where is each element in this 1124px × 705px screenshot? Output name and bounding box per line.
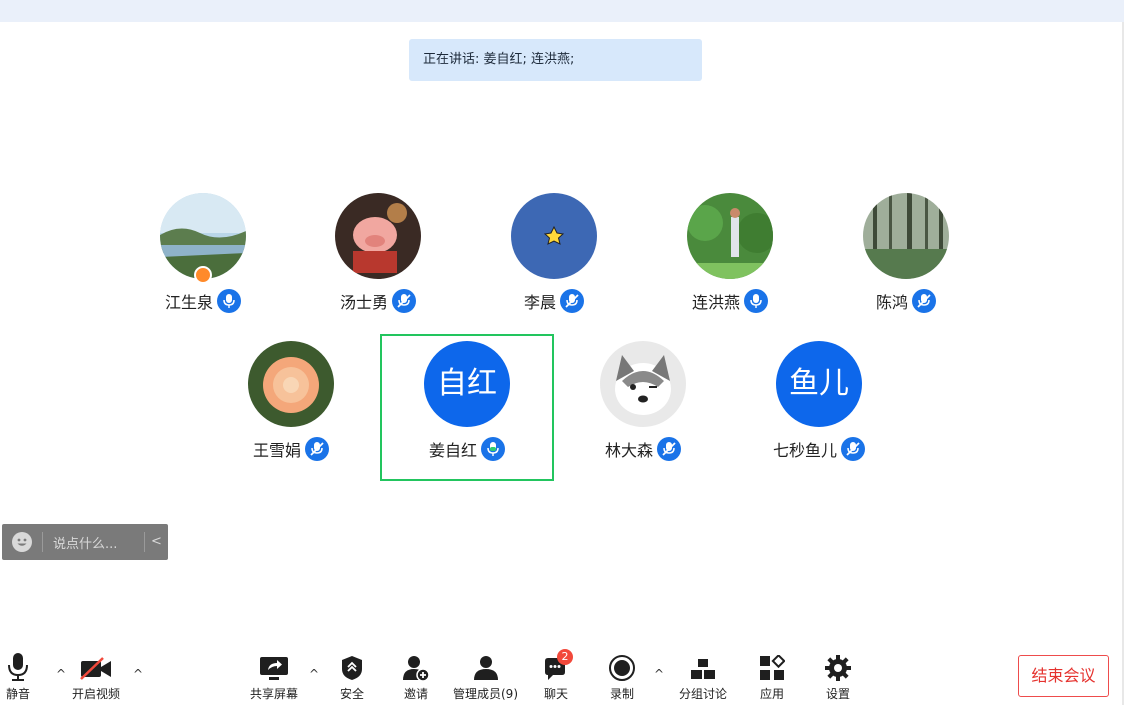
security-label: 安全 (340, 687, 365, 701)
participant-name: 姜自红 (428, 441, 477, 460)
settings-button[interactable]: 设置 (825, 651, 851, 702)
top-bar (0, 0, 1124, 22)
audio-options-chevron-icon[interactable]: ^ (56, 667, 66, 681)
participant-name: 李晨 (523, 293, 556, 312)
divider (42, 532, 43, 552)
participant-tile-selected[interactable]: 自红 姜自红 (381, 341, 553, 461)
gear-icon (825, 651, 851, 681)
microphone-icon (744, 289, 768, 313)
mute-button[interactable]: 静音 (6, 651, 30, 702)
manage-participants-button[interactable]: 管理成员(9) (453, 651, 518, 702)
video-options-chevron-icon[interactable]: ^ (133, 667, 143, 681)
participant-name: 江生泉 (164, 293, 213, 312)
avatar (863, 193, 949, 279)
host-badge-icon (194, 266, 212, 284)
share-screen-icon (259, 651, 289, 681)
start-video-button[interactable]: 开启视频 (72, 651, 120, 702)
participant-name: 七秒鱼儿 (772, 441, 837, 460)
participant-tile[interactable]: 江生泉 (117, 193, 289, 313)
microphone-icon (7, 651, 29, 681)
video-off-icon (79, 651, 113, 681)
participant-name: 王雪娟 (252, 441, 301, 460)
participant-name: 汤士勇 (339, 293, 388, 312)
security-button[interactable]: 安全 (340, 651, 364, 702)
share-screen-button[interactable]: 共享屏幕 (250, 651, 298, 702)
microphone-muted-icon (912, 289, 936, 313)
avatar (248, 341, 334, 427)
speaking-indicator: 正在讲话: 姜自红; 连洪燕; (409, 39, 702, 81)
end-meeting-button[interactable]: 结束会议 (1018, 655, 1109, 697)
apps-icon (759, 651, 785, 681)
microphone-muted-icon (560, 289, 584, 313)
participant-name: 连洪燕 (691, 293, 740, 312)
chat-label: 聊天 (543, 687, 568, 701)
invite-button[interactable]: 邀请 (403, 651, 429, 702)
microphone-muted-icon (305, 437, 329, 461)
avatar (600, 341, 686, 427)
share-options-chevron-icon[interactable]: ^ (309, 667, 319, 681)
microphone-muted-icon (841, 437, 865, 461)
avatar: 自红 (424, 341, 510, 427)
microphone-speaking-icon (481, 437, 505, 461)
mute-label: 静音 (6, 687, 31, 701)
breakout-rooms-label: 分组讨论 (679, 687, 728, 701)
participant-tile[interactable]: 连洪燕 (644, 193, 816, 313)
apps-button[interactable]: 应用 (759, 651, 785, 702)
microphone-icon (217, 289, 241, 313)
participant-tile[interactable]: 李晨 (468, 193, 640, 313)
participant-tile[interactable]: 王雪娟 (205, 341, 377, 461)
participant-tile[interactable]: 汤士勇 (292, 193, 464, 313)
chat-input-bar[interactable]: 说点什么... < (2, 524, 168, 560)
emoji-icon[interactable] (12, 532, 32, 552)
record-button[interactable]: 录制 (609, 651, 635, 702)
shield-icon (341, 651, 363, 681)
avatar (335, 193, 421, 279)
settings-label: 设置 (825, 687, 850, 701)
participant-name: 陈鸿 (875, 293, 908, 312)
participants-icon (473, 651, 499, 681)
microphone-muted-icon (392, 289, 416, 313)
star-icon (543, 225, 565, 245)
avatar: 鱼儿 (776, 341, 862, 427)
participant-tile[interactable]: 鱼儿 七秒鱼儿 (733, 341, 905, 461)
invite-label: 邀请 (403, 687, 428, 701)
breakout-icon (690, 651, 716, 681)
record-options-chevron-icon[interactable]: ^ (654, 667, 664, 681)
microphone-muted-icon (657, 437, 681, 461)
meeting-toolbar: 静音 ^ 开启视频 ^ 共享屏幕 ^ 安全 邀请 管理成员(9) 2 聊天 录制… (0, 645, 1124, 705)
breakout-rooms-button[interactable]: 分组讨论 (679, 651, 727, 702)
avatar (687, 193, 773, 279)
start-video-label: 开启视频 (72, 687, 121, 701)
apps-label: 应用 (759, 687, 784, 701)
participant-name: 林大森 (604, 441, 653, 460)
avatar (511, 193, 597, 279)
chat-input[interactable]: 说点什么... (53, 533, 144, 552)
chat-button[interactable]: 2 聊天 (543, 649, 573, 702)
collapse-chat-button[interactable]: < (144, 532, 168, 552)
manage-participants-label: 管理成员(9) (453, 687, 518, 701)
record-label: 录制 (609, 687, 634, 701)
share-screen-label: 共享屏幕 (250, 687, 299, 701)
participant-tile[interactable]: 林大森 (557, 341, 729, 461)
participant-tile[interactable]: 陈鸿 (820, 193, 992, 313)
chat-icon: 2 (543, 649, 573, 681)
add-user-icon (403, 651, 429, 681)
record-icon (609, 651, 635, 681)
unread-badge: 2 (557, 649, 573, 665)
